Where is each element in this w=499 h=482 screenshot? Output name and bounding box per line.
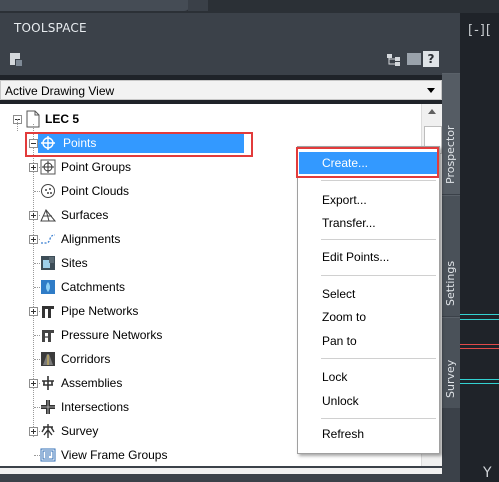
menu-item-edit-points-label: Edit Points... — [322, 250, 390, 264]
view-selector-dropdown[interactable]: Active Drawing View — [0, 80, 442, 100]
expand-icon[interactable] — [29, 163, 38, 172]
scroll-up-icon[interactable] — [428, 109, 436, 114]
tree-item-label: Alignments — [61, 232, 121, 246]
menu-item-lock-label: Lock — [322, 370, 348, 384]
drawing-line — [460, 348, 499, 349]
ucs-y-label: Y — [483, 465, 492, 481]
point-clouds-icon — [40, 183, 56, 199]
survey-icon — [40, 423, 56, 439]
tab-settings[interactable]: Settings — [442, 195, 460, 316]
menu-separator — [321, 180, 436, 181]
drawing-line — [460, 314, 499, 315]
menu-item-zoom-to-label: Zoom to — [322, 310, 367, 324]
menu-item-export[interactable]: Export... — [299, 189, 438, 211]
drawing-line — [460, 319, 499, 320]
menu-item-select[interactable]: Select — [299, 283, 438, 305]
item-grid-icon[interactable] — [406, 51, 423, 68]
alignments-icon — [40, 231, 56, 247]
toolspace-title-bar[interactable]: TOOLSPACE — [0, 13, 460, 43]
civil3d-window: TOOLSPACE ? Active Drawing View LEC 5 Po… — [0, 0, 499, 482]
pressure-networks-icon — [40, 327, 56, 343]
horizontal-scrollbar[interactable] — [0, 468, 442, 474]
palette-bottom-bar — [0, 466, 442, 482]
surfaces-icon — [40, 207, 56, 223]
expand-icon[interactable] — [29, 379, 38, 388]
menu-item-export-label: Export... — [322, 193, 367, 207]
drawing-line — [460, 379, 499, 380]
sites-icon — [40, 255, 56, 271]
context-menu: Create... Export... Transfer... Edit Poi… — [297, 146, 440, 454]
tree-item-label: Point Clouds — [61, 184, 130, 198]
view-frame-groups-icon — [40, 447, 56, 463]
tree-root[interactable]: LEC 5 — [0, 108, 420, 130]
menu-item-transfer-label: Transfer... — [322, 216, 376, 230]
menu-item-zoom-to[interactable]: Zoom to — [299, 306, 438, 328]
menu-separator — [321, 239, 436, 240]
ribbon-strip — [0, 0, 499, 13]
create-highlight — [296, 147, 439, 178]
menu-separator — [321, 418, 436, 419]
menu-separator — [321, 358, 436, 359]
menu-separator — [321, 275, 436, 276]
points-highlight — [25, 132, 253, 157]
tree-item-label: Sites — [61, 256, 88, 270]
menu-item-transfer[interactable]: Transfer... — [299, 212, 438, 234]
palette-title: TOOLSPACE — [14, 21, 87, 35]
assemblies-icon — [40, 375, 56, 391]
side-tab-strip: Prospector Settings Survey — [442, 43, 460, 482]
view-selector-value: Active Drawing View — [5, 84, 115, 98]
expand-icon[interactable] — [29, 211, 38, 220]
pipe-networks-icon — [40, 303, 56, 319]
expand-icon[interactable] — [29, 235, 38, 244]
tree-item-label: Point Groups — [61, 160, 132, 174]
item-view-icon[interactable] — [9, 51, 26, 68]
menu-item-pan-to-label: Pan to — [322, 334, 357, 348]
tree-item-label: Intersections — [61, 400, 130, 414]
menu-item-pan-to[interactable]: Pan to — [299, 330, 438, 352]
menu-item-edit-points[interactable]: Edit Points... — [299, 246, 438, 268]
tab-survey-label: Survey — [444, 359, 457, 398]
tab-prospector[interactable]: Prospector — [442, 73, 460, 194]
help-icon[interactable]: ? — [423, 51, 439, 67]
tree-item-label: Surfaces — [61, 208, 109, 222]
tree-item-label: Pipe Networks — [61, 304, 139, 318]
corridors-icon — [40, 351, 56, 367]
toggle-tree-icon[interactable] — [386, 51, 403, 68]
viewport-controls[interactable]: [-][ — [468, 23, 492, 38]
tree-item-label: View Frame Groups — [61, 448, 168, 462]
tree-item-label: Catchments — [61, 280, 126, 294]
file-tab[interactable] — [0, 0, 190, 11]
tab-prospector-label: Prospector — [444, 125, 457, 184]
expand-icon[interactable] — [29, 307, 38, 316]
point-groups-icon — [40, 159, 56, 175]
catchments-icon — [40, 279, 56, 295]
tree-connector — [17, 119, 18, 131]
file-tab-secondary[interactable] — [188, 0, 208, 11]
expand-icon[interactable] — [29, 427, 38, 436]
tree-item-label: Assemblies — [61, 376, 123, 390]
tree-item-label: Pressure Networks — [61, 328, 163, 342]
menu-item-refresh-label: Refresh — [322, 427, 365, 441]
tree-item-label: Corridors — [61, 352, 111, 366]
tree-item-label: Survey — [61, 424, 99, 438]
menu-item-lock[interactable]: Lock — [299, 366, 438, 388]
tree-root-label: LEC 5 — [45, 112, 80, 126]
drawing-canvas[interactable]: [-][ Y — [460, 13, 499, 482]
menu-item-refresh[interactable]: Refresh — [299, 423, 438, 445]
menu-item-unlock[interactable]: Unlock — [299, 390, 438, 412]
menu-item-select-label: Select — [322, 287, 356, 301]
drawing-line — [460, 344, 499, 345]
intersections-icon — [40, 399, 56, 415]
toolspace-toolbar: ? — [0, 43, 442, 75]
menu-item-unlock-label: Unlock — [322, 394, 359, 408]
chevron-down-icon[interactable] — [427, 88, 435, 93]
drawing-line — [460, 383, 499, 384]
tab-settings-label: Settings — [444, 260, 457, 306]
tab-survey[interactable]: Survey — [442, 317, 460, 408]
